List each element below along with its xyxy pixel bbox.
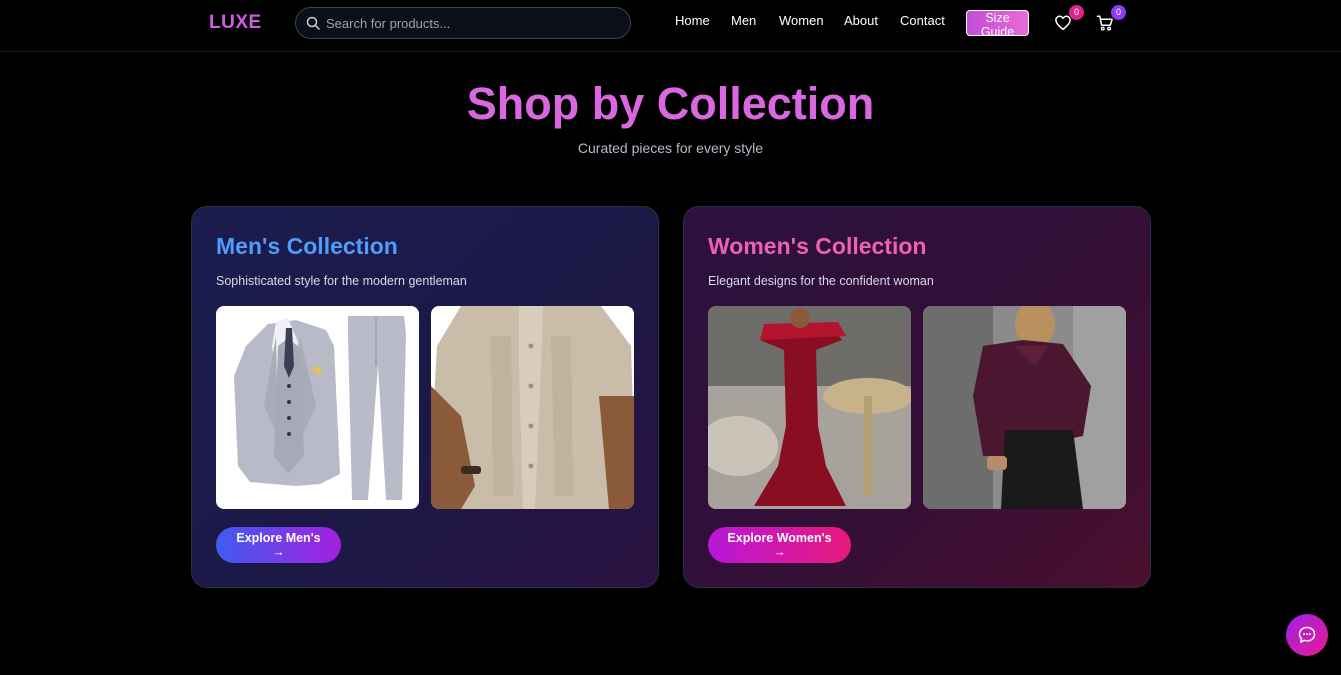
chat-button[interactable] (1286, 614, 1328, 656)
nav-home[interactable]: Home (675, 13, 710, 28)
nav-women[interactable]: Women (779, 13, 824, 28)
men-collection-description: Sophisticated style for the modern gentl… (216, 274, 467, 288)
search-icon (306, 16, 320, 30)
logo[interactable]: LUXE (209, 12, 262, 34)
explore-women-button[interactable]: Explore Women's → (708, 527, 851, 563)
nav-men[interactable]: Men (731, 13, 756, 28)
search-input[interactable] (326, 8, 621, 38)
size-guide-button[interactable]: Size Guide (966, 10, 1029, 39)
explore-men-button[interactable]: Explore Men's → (216, 527, 341, 563)
wishlist-button[interactable]: 0 (1054, 5, 1084, 34)
cart-count-badge: 0 (1111, 5, 1126, 20)
men-collection-card: Men's Collection Sophisticated style for… (191, 206, 659, 588)
men-suit-image[interactable] (216, 306, 419, 509)
women-blouse-image[interactable] (923, 306, 1126, 509)
men-collection-title: Men's Collection (216, 233, 398, 259)
page-title: Shop by Collection (466, 78, 875, 129)
women-collection-title: Women's Collection (708, 233, 927, 259)
search-bar[interactable] (295, 7, 631, 39)
navbar: LUXE Home Men Women About Contact Size G… (0, 0, 1341, 52)
nav-contact[interactable]: Contact (900, 13, 945, 28)
nav-about[interactable]: About (844, 13, 878, 28)
cart-button[interactable]: 0 (1096, 5, 1126, 34)
wishlist-count-badge: 0 (1069, 5, 1084, 20)
women-collection-card: Women's Collection Elegant designs for t… (683, 206, 1151, 588)
women-collection-description: Elegant designs for the confident woman (708, 274, 934, 288)
men-shirt-image[interactable] (431, 306, 634, 509)
women-gown-image[interactable] (708, 306, 911, 509)
chat-icon (1298, 626, 1316, 643)
page-subtitle: Curated pieces for every style (577, 140, 764, 156)
